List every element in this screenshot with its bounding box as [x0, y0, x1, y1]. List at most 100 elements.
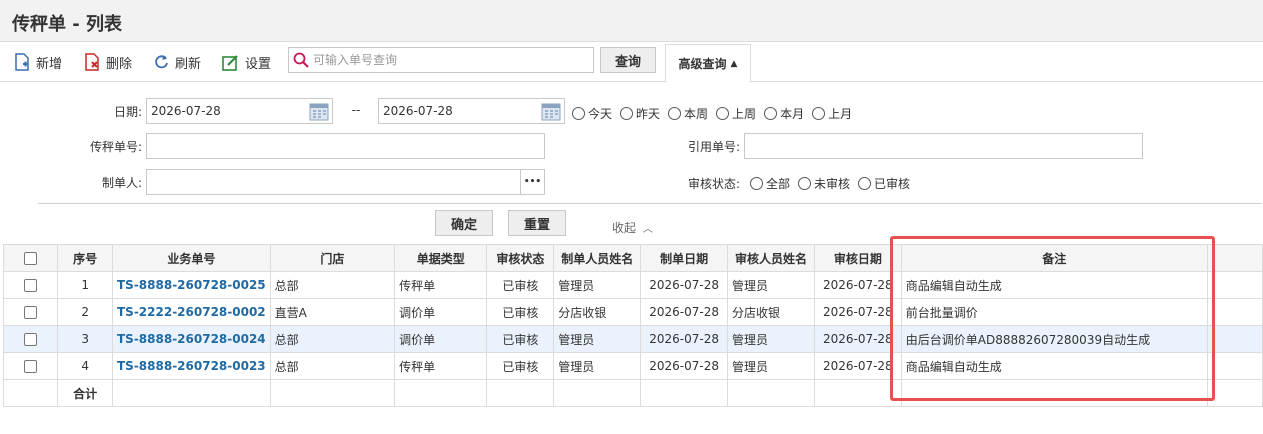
row-checkbox[interactable]: [24, 360, 38, 373]
radio-last-month[interactable]: 上月: [812, 105, 852, 122]
more-picker-button[interactable]: •••: [520, 170, 544, 194]
date-from-field[interactable]: 2026-07-28: [146, 98, 333, 124]
date-to-field[interactable]: 2026-07-28: [378, 98, 565, 124]
row-select-cell[interactable]: [2, 325, 59, 353]
radio-yesterday[interactable]: 昨天: [620, 105, 660, 122]
collapse-link[interactable]: 收起 ︿: [612, 219, 653, 236]
cell-doc-no[interactable]: TS-8888-260728-0023: [111, 352, 271, 380]
quick-date-group: 今天 昨天 本周 上周 本月 上月: [572, 105, 860, 122]
cell-empty: [1206, 352, 1263, 380]
date-from-value: 2026-07-28: [151, 104, 221, 118]
delete-doc-icon: [85, 53, 99, 71]
radio-audit-all[interactable]: 全部: [750, 175, 790, 192]
cell-audit-date: 2026-07-28: [813, 352, 902, 380]
table-row[interactable]: 2 TS-2222-260728-0002 直营A 调价单 已审核 分店收银 2…: [2, 298, 1263, 326]
refresh-label: 刷新: [175, 56, 202, 72]
calendar-icon[interactable]: [309, 102, 329, 121]
col-header[interactable]: 审核人员姓名: [727, 244, 815, 272]
cell-empty: [900, 379, 1208, 407]
doc-no-label: 传秤单号:: [89, 140, 142, 154]
maker-field[interactable]: •••: [146, 169, 545, 195]
cell-type: 调价单: [394, 298, 488, 326]
add-button[interactable]: 新增: [14, 51, 62, 73]
cell-doc-no[interactable]: TS-8888-260728-0024: [111, 325, 271, 353]
col-header[interactable]: 审核状态: [486, 244, 555, 272]
col-header[interactable]: 制单日期: [640, 244, 729, 272]
radio-circle: [750, 177, 763, 190]
cell-store: 总部: [269, 325, 396, 353]
radio-audit-reviewed[interactable]: 已审核: [858, 175, 910, 192]
page-title: 传秤单 - 列表: [12, 14, 123, 35]
refresh-button[interactable]: 刷新: [154, 51, 201, 73]
cell-index: 2: [57, 298, 113, 326]
cell-empty: [727, 379, 815, 407]
row-checkbox[interactable]: [24, 306, 38, 319]
radio-label: 全部: [766, 177, 791, 191]
radio-circle: [716, 107, 730, 120]
row-select-cell[interactable]: [2, 352, 59, 380]
radio-circle: [764, 107, 778, 120]
doc-no-field[interactable]: [146, 133, 545, 159]
search-input[interactable]: [309, 49, 589, 71]
confirm-button[interactable]: 确定: [435, 210, 493, 236]
col-header[interactable]: 业务单号: [111, 244, 271, 272]
cell-empty: [553, 379, 642, 407]
delete-button[interactable]: 删除: [84, 51, 132, 73]
row-select-cell[interactable]: [2, 298, 59, 326]
cell-status: 已审核: [486, 271, 555, 299]
cell-maker: 管理员: [553, 271, 642, 299]
row-checkbox[interactable]: [24, 333, 38, 346]
radio-circle: [798, 177, 812, 190]
col-header[interactable]: 门店: [269, 244, 396, 272]
cell-doc-no[interactable]: TS-8888-260728-0025: [111, 271, 271, 299]
table-row[interactable]: 4 TS-8888-260728-0023 总部 传秤单 已审核 管理员 202…: [2, 352, 1263, 380]
table-row[interactable]: 3 TS-8888-260728-0024 总部 调价单 已审核 管理员 202…: [2, 325, 1263, 353]
query-button[interactable]: 查询: [600, 47, 656, 73]
radio-this-week[interactable]: 本周: [668, 105, 708, 122]
reset-button[interactable]: 重置: [508, 210, 566, 236]
cell-empty: [813, 379, 902, 407]
radio-this-month[interactable]: 本月: [764, 105, 804, 122]
col-header[interactable]: 制单人员姓名: [553, 244, 642, 272]
radio-label: 本周: [684, 107, 709, 121]
radio-audit-unreviewed[interactable]: 未审核: [798, 175, 850, 192]
row-select-cell[interactable]: [2, 271, 59, 299]
cell-maker: 管理员: [553, 352, 642, 380]
cell-remark: 商品编辑自动生成: [900, 271, 1208, 299]
add-doc-icon: [15, 53, 29, 71]
cell-status: 已审核: [486, 298, 555, 326]
cell-empty: [2, 379, 59, 407]
toolbar: 新增 删除 刷新 设置 查询 高级查询 ▲: [0, 42, 1263, 83]
radio-last-week[interactable]: 上周: [716, 105, 756, 122]
title-bar: 传秤单 - 列表: [0, 0, 1263, 42]
total-label: 合计: [57, 379, 113, 407]
col-header[interactable]: 审核日期: [813, 244, 902, 272]
edit-settings-icon: [222, 54, 238, 71]
cell-make-date: 2026-07-28: [640, 352, 729, 380]
table-row[interactable]: 1 TS-8888-260728-0025 总部 传秤单 已审核 管理员 202…: [2, 271, 1263, 299]
row-checkbox[interactable]: [24, 279, 38, 292]
advanced-query-tab[interactable]: 高级查询 ▲: [665, 44, 751, 83]
cell-remark: 由后台调价单AD88882607280039自动生成: [900, 325, 1208, 353]
cell-type: 调价单: [394, 325, 488, 353]
cell-make-date: 2026-07-28: [640, 298, 729, 326]
cell-empty: [394, 379, 488, 407]
filter-divider: [38, 203, 1262, 204]
cell-audit-date: 2026-07-28: [813, 325, 902, 353]
radio-circle: [668, 107, 682, 120]
calendar-icon[interactable]: [541, 102, 561, 121]
radio-today[interactable]: 今天: [572, 105, 612, 122]
cell-doc-no[interactable]: TS-2222-260728-0002: [111, 298, 271, 326]
ref-no-field[interactable]: [744, 133, 1143, 159]
cell-type: 传秤单: [394, 271, 488, 299]
select-all-cell[interactable]: [2, 244, 59, 272]
date-label: 日期:: [113, 105, 142, 119]
col-header[interactable]: 备注: [900, 244, 1208, 272]
select-all-checkbox[interactable]: [24, 252, 38, 265]
cell-status: 已审核: [486, 352, 555, 380]
col-header[interactable]: 单据类型: [394, 244, 488, 272]
settings-button[interactable]: 设置: [222, 51, 271, 73]
radio-label: 昨天: [636, 107, 661, 121]
cell-auditor: 分店收银: [727, 298, 815, 326]
radio-label: 已审核: [874, 177, 911, 191]
